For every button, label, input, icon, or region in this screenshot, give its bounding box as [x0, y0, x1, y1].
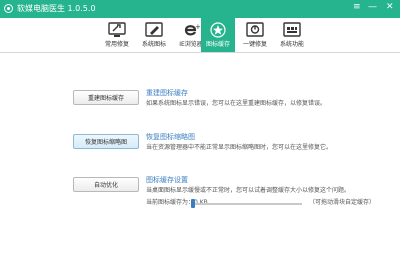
pen-tool-icon — [145, 22, 163, 37]
tab-label: 系统功能 — [279, 41, 304, 48]
title-bar: 软媒电脑医生 1.0.5.0 ≡ — ✕ — [0, 0, 400, 18]
system-functions-icon — [283, 22, 301, 37]
monitor-wrench-icon — [108, 22, 126, 37]
ie-browser-icon: + — [184, 23, 200, 36]
icon-cache-panel: 重建图标缓存 重建图标缓存 如果系统图标显示错误，您可以在这里重建图标缓存，以修… — [0, 53, 400, 263]
icon-cache-settings-desc: 当桌面图标显示缓慢或不正常时，您可以试着调整缓存大小以修复这个问题。 — [146, 187, 351, 194]
app-logo-icon — [4, 4, 13, 13]
slider-hint: （可拖动滑块自定缓存） — [309, 199, 376, 206]
one-click-repair-icon — [246, 22, 264, 37]
svg-text:+: + — [195, 23, 200, 31]
restore-thumbnail-desc: 当在资源管理器中不能正常显示图标缩略图时，您可以在这里修复它。 — [146, 144, 333, 151]
rebuild-icon-cache-title: 重建图标缓存 — [146, 89, 188, 97]
restore-thumbnail-button[interactable]: 恢复图标缩略图 — [73, 134, 139, 149]
close-icon[interactable]: ✕ — [386, 2, 394, 13]
auto-optimize-button[interactable]: 自动优化 — [73, 177, 139, 192]
cache-size-slider-track[interactable] — [194, 203, 302, 205]
tab-system-functions[interactable]: 系统功能 — [274, 18, 310, 52]
settings-menu-icon[interactable]: ≡ — [353, 2, 361, 13]
restore-thumbnail-title: 恢复图标缩略图 — [146, 133, 195, 141]
rebuild-icon-cache-button[interactable]: 重建图标缓存 — [73, 90, 139, 105]
cache-size-slider-handle[interactable] — [191, 199, 195, 208]
rebuild-icon-cache-desc: 如果系统图标显示错误，您可以在这里重建图标缓存，以修复错误。 — [146, 100, 327, 107]
main-toolbar: 常用修复 系统图标 + IE浏览器 图标缓存 一键修复 系统功能 — [0, 18, 400, 53]
star-icon — [210, 22, 226, 38]
app-title: 软媒电脑医生 1.0.5.0 — [17, 4, 96, 13]
minimize-icon[interactable]: — — [368, 2, 377, 13]
icon-cache-settings-title: 图标缓存设置 — [146, 176, 188, 184]
